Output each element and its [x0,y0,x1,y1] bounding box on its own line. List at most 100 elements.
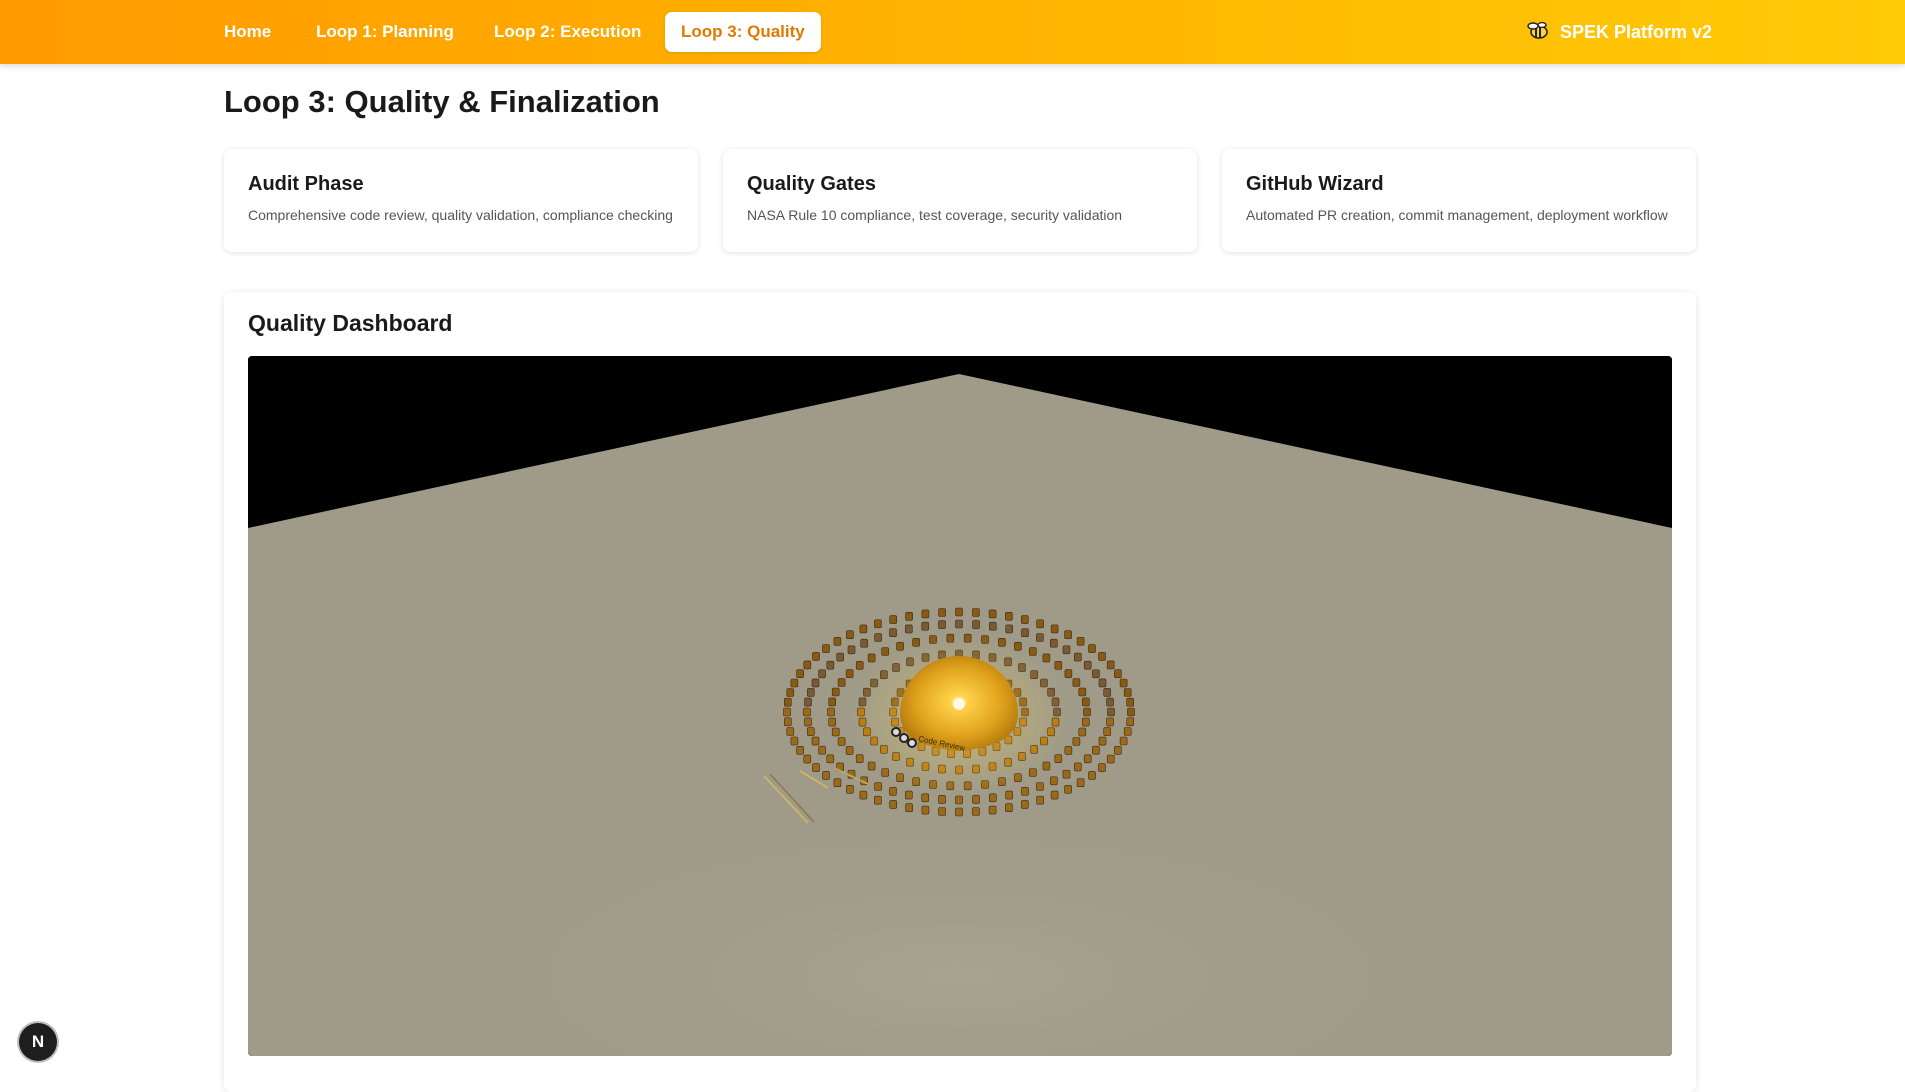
ring-block [783,717,792,727]
ring-block [1119,736,1128,746]
ring-block [1028,647,1037,656]
ring-block [1036,782,1044,791]
ring-block [1098,736,1107,746]
ring-block [1078,727,1087,737]
ring-block [833,636,842,646]
ring-block [822,644,830,653]
ring-block [1107,707,1115,717]
ring-block [1005,790,1014,800]
page-title: Loop 3: Quality & Finalization [224,84,660,119]
ring-block [1073,762,1082,772]
nav-link-loop3-quality[interactable]: Loop 3: Quality [665,12,821,52]
top-navigation-bar: Home Loop 1: Planning Loop 2: Execution … [0,0,1905,64]
ring-block [955,607,963,617]
ring-block [1083,754,1092,764]
ring-block [828,697,837,707]
ring-block [1054,754,1063,764]
ring-block [1119,678,1128,688]
ring-block [889,800,898,809]
ring-block [1081,717,1090,727]
ring-block [783,697,792,707]
ring-block [1005,624,1014,634]
ring-block [860,638,869,648]
ring-block [1073,652,1082,662]
ring-block [955,619,963,629]
ring-block [1123,727,1132,736]
ring-block [1021,628,1029,638]
ring-block [818,745,826,755]
ring-block [812,652,820,661]
brand-name: SPEK Platform v2 [1559,22,1712,42]
ring-block [1106,697,1114,707]
ring-block [783,707,791,717]
ring-block [1049,776,1058,786]
ring-block [786,688,795,697]
ring-block [1103,688,1112,697]
ring-block [859,624,868,634]
ring-block [1088,644,1096,653]
ring-block [905,803,913,813]
ring-block [938,807,946,816]
ring-block [904,624,913,634]
ring-block [827,707,835,717]
ring-block [796,669,804,679]
ring-block [806,727,815,736]
ring-block [1098,763,1106,772]
ring-block [874,782,882,791]
ring-block [874,795,882,805]
brand[interactable]: SPEK Platform v2 [1527,12,1712,52]
bee-icon [1527,22,1548,40]
ring-block [988,621,997,631]
ring-block [881,647,890,656]
card-description: Automated PR creation, commit management… [1246,207,1668,223]
ring-block [828,717,837,727]
ring-block [1106,754,1115,764]
ring-block [837,678,846,687]
nav-link-loop1-planning[interactable]: Loop 1: Planning [300,12,470,52]
nav-link-loop2-execution[interactable]: Loop 2: Execution [478,12,657,52]
ring-block [806,688,815,697]
ring-block [1054,660,1063,670]
ring-block [972,620,980,629]
ring-block [972,807,980,816]
ring-block [811,678,820,688]
ring-block [786,727,795,736]
ring-block [904,790,913,800]
ring-block [921,621,930,631]
ring-block [1036,795,1044,805]
card-title: GitHub Wizard [1246,173,1384,195]
3d-scene-viewport[interactable]: Code Review [248,356,1672,1056]
ring-block [855,754,864,764]
ring-block [1123,688,1132,697]
card-title: Audit Phase [248,173,364,195]
ring-block [1126,697,1135,707]
ring-block [1106,660,1115,670]
ring-block [822,771,830,780]
ring-block [1098,678,1107,688]
ring-block [1114,669,1122,679]
ring-block [1106,717,1114,727]
ring-block [921,805,930,815]
ring-block [831,727,840,737]
ring-block [1126,717,1135,727]
ring-block [1127,707,1135,717]
ring-block [803,660,812,670]
ring-block [804,717,812,727]
ring-block [1050,624,1059,634]
ring-block [803,707,811,717]
ring-block [1050,790,1059,800]
ring-block [845,669,854,678]
nav-link-home[interactable]: Home [208,12,287,52]
ring-block [1036,633,1044,642]
ring-block [1020,800,1029,809]
card-audit-phase: Audit Phase Comprehensive code review, q… [224,149,698,252]
ring-block [1064,784,1072,794]
ring-block [1092,669,1100,679]
quality-dashboard-panel: Quality Dashboard Code Review [224,292,1696,1092]
card-description: Comprehensive code review, quality valid… [248,207,673,223]
ring-block [938,795,946,804]
ring-block [988,609,997,619]
ring-block [831,687,840,697]
nextjs-icon[interactable]: N [19,1023,57,1061]
ring-block [845,746,854,755]
